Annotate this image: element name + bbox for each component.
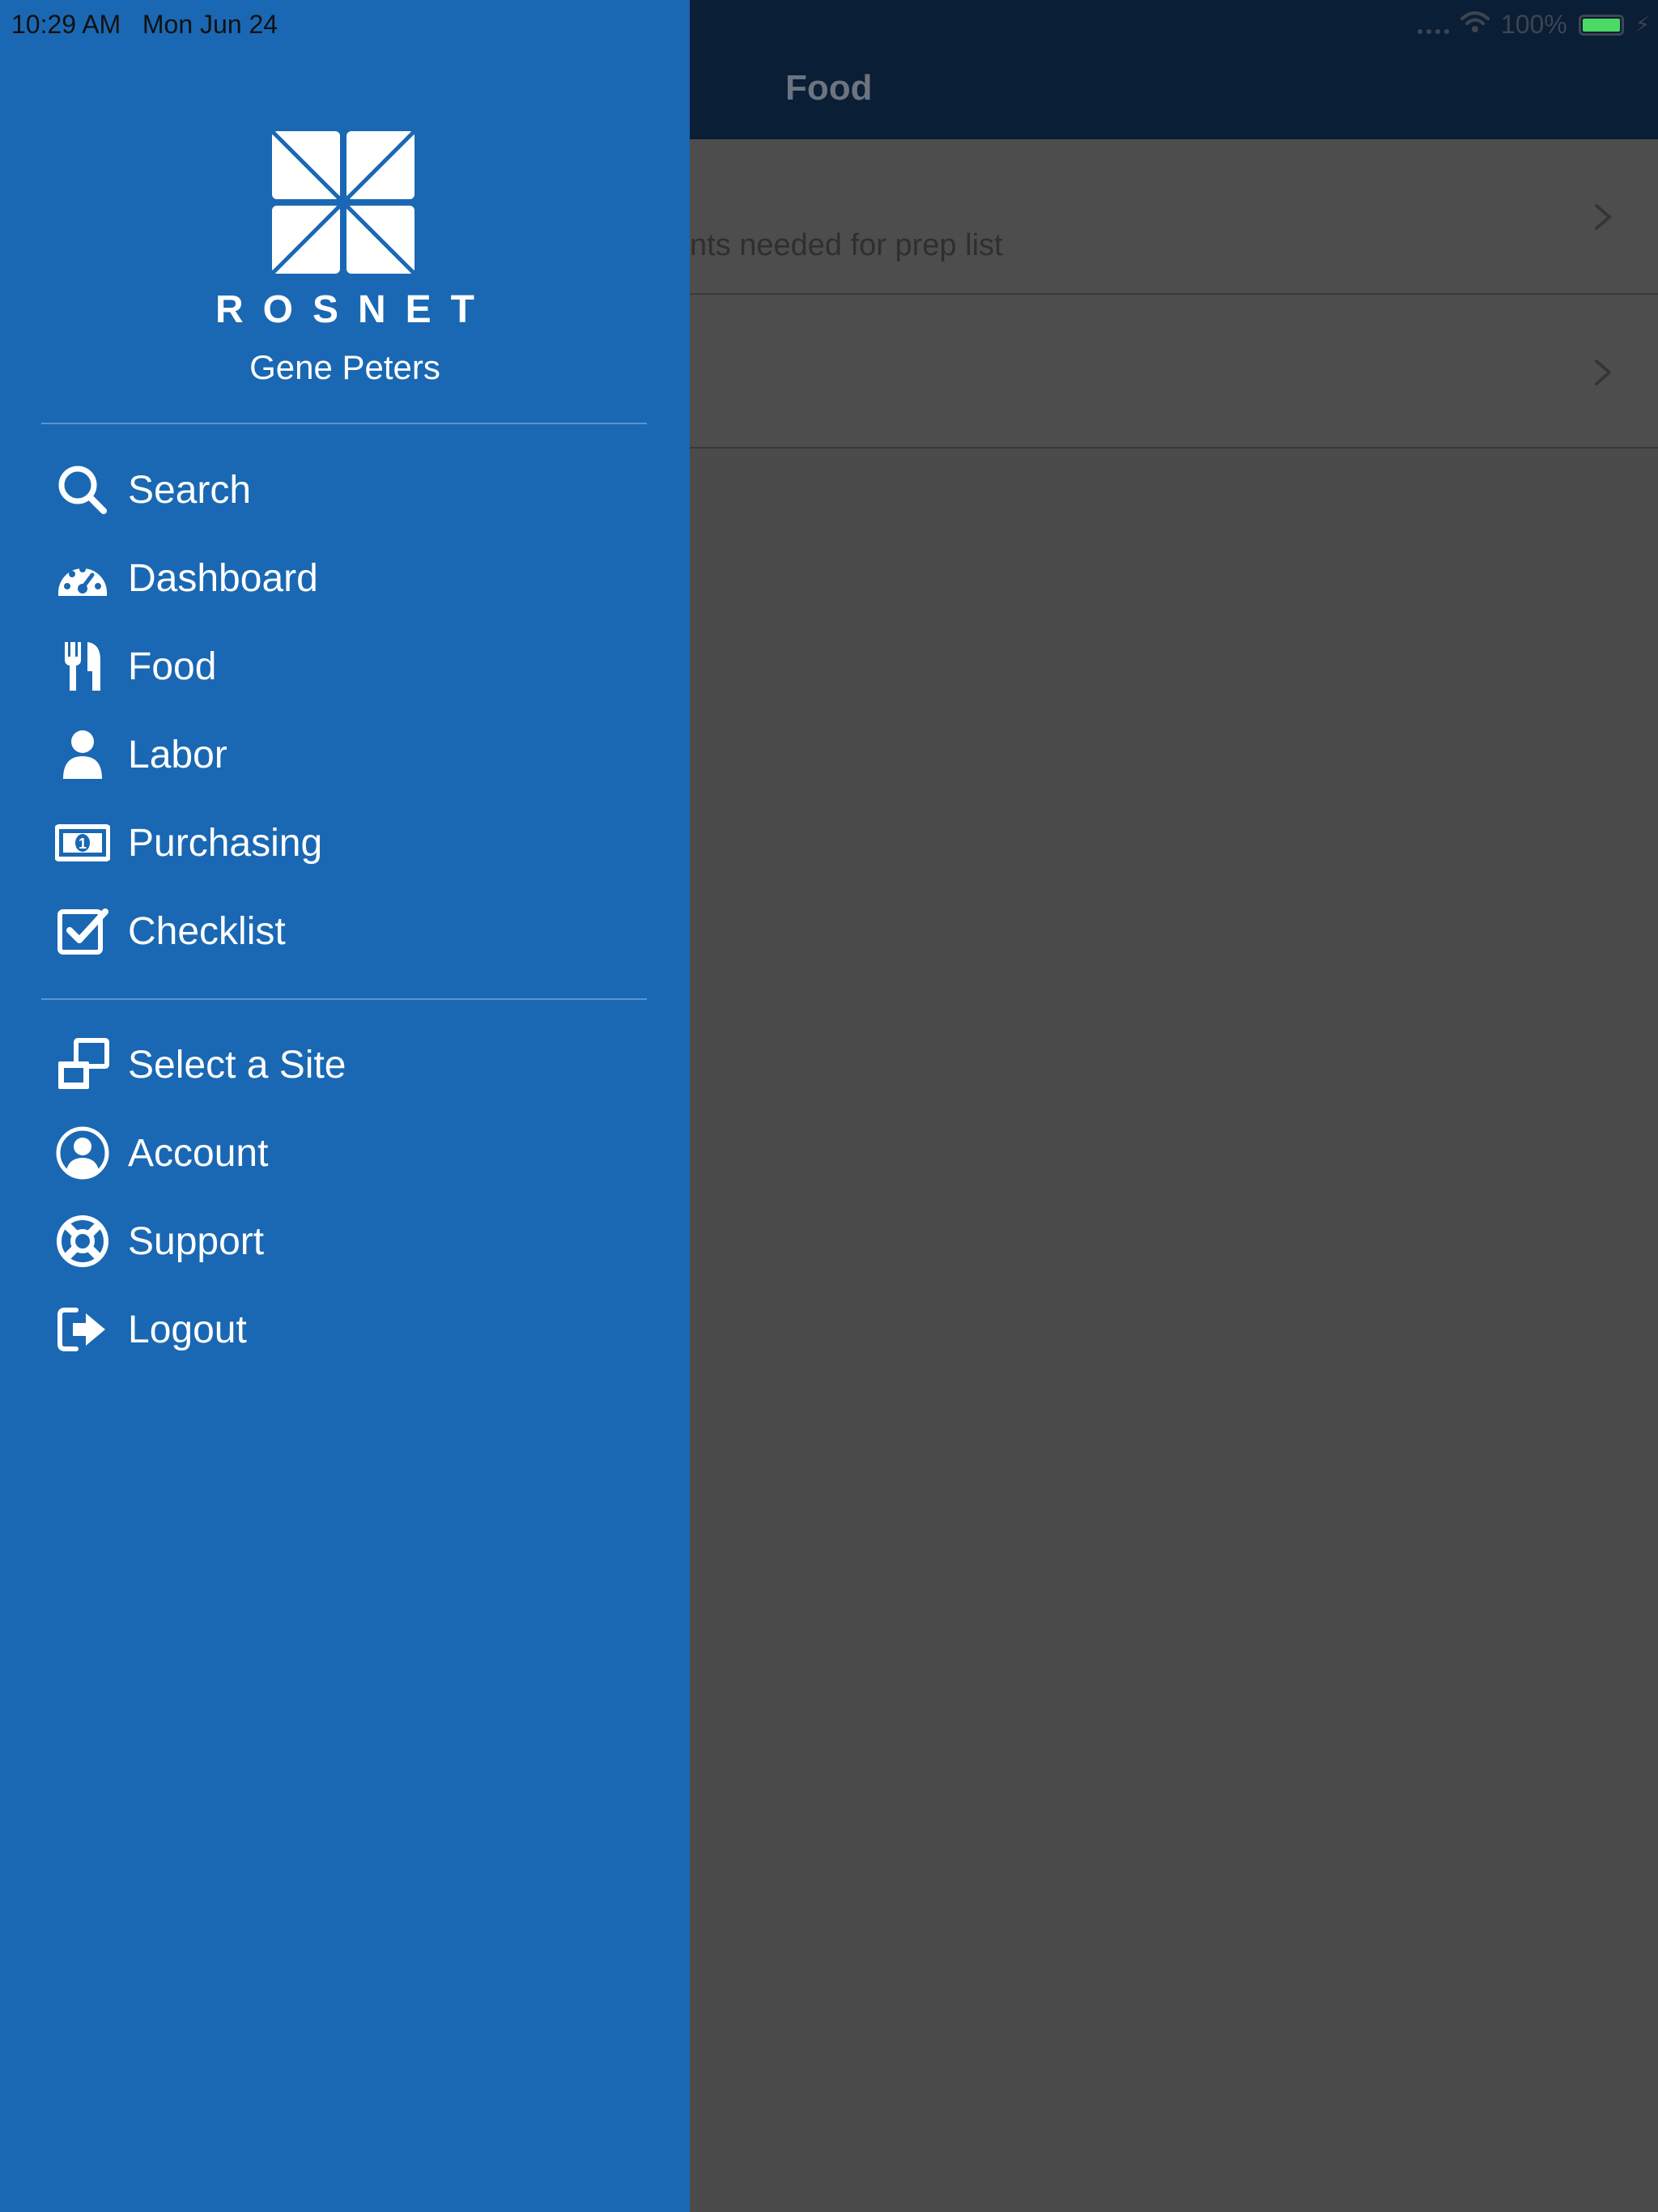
menu-item-label: Checklist bbox=[128, 909, 286, 953]
menu-item-label: Select a Site bbox=[128, 1043, 346, 1087]
menu-item-label: Logout bbox=[128, 1308, 247, 1351]
checklist-icon bbox=[52, 900, 113, 962]
menu-item-account[interactable]: Account bbox=[0, 1117, 690, 1189]
menu-item-food[interactable]: Food bbox=[0, 630, 690, 703]
status-bar: 10:29 AM Mon Jun 24 100% ⚡ bbox=[0, 0, 1658, 49]
menu-item-label: Labor bbox=[128, 733, 227, 776]
select-site-icon bbox=[52, 1034, 113, 1095]
menu-item-search[interactable]: Search bbox=[0, 453, 690, 526]
search-icon bbox=[52, 459, 113, 521]
rosnet-logo-icon bbox=[270, 130, 416, 275]
battery-icon bbox=[1578, 14, 1624, 36]
wifi-icon bbox=[1460, 10, 1490, 40]
divider bbox=[41, 423, 647, 424]
background-list-row[interactable]: nts needed for prep list bbox=[690, 139, 1658, 295]
charging-bolt-icon: ⚡ bbox=[1635, 12, 1650, 36]
support-icon bbox=[52, 1210, 113, 1272]
side-drawer: ROSNET Gene Peters Search Dashboard Food… bbox=[0, 0, 690, 2212]
menu-item-support[interactable]: Support bbox=[0, 1205, 690, 1278]
menu-item-purchasing[interactable]: 1 Purchasing bbox=[0, 806, 690, 879]
divider bbox=[41, 998, 647, 1000]
menu-item-label: Dashboard bbox=[128, 556, 318, 600]
menu-item-label: Support bbox=[128, 1219, 265, 1263]
svg-text:1: 1 bbox=[79, 836, 87, 852]
status-time: 10:29 AM bbox=[11, 10, 121, 39]
menu-item-label: Account bbox=[128, 1131, 269, 1175]
fork-knife-icon bbox=[52, 636, 113, 697]
status-right: 100% ⚡ bbox=[1417, 10, 1650, 40]
money-icon: 1 bbox=[52, 812, 113, 874]
status-date: Mon Jun 24 bbox=[142, 10, 278, 39]
menu-item-logout[interactable]: Logout bbox=[0, 1293, 690, 1366]
status-time-date: 10:29 AM Mon Jun 24 bbox=[11, 10, 278, 40]
battery-percent: 100% bbox=[1500, 10, 1567, 39]
menu-item-labor[interactable]: Labor bbox=[0, 718, 690, 791]
dashboard-icon bbox=[52, 547, 113, 609]
menu-item-label: Search bbox=[128, 468, 252, 512]
chevron-right-icon bbox=[1587, 201, 1619, 233]
menu-item-label: Purchasing bbox=[128, 821, 323, 865]
menu-item-select-site[interactable]: Select a Site bbox=[0, 1028, 690, 1101]
brand-name: ROSNET bbox=[215, 288, 494, 331]
chevron-right-icon bbox=[1587, 356, 1619, 389]
background-row-text: nts needed for prep list bbox=[690, 228, 1003, 262]
menu-item-checklist[interactable]: Checklist bbox=[0, 895, 690, 968]
signal-icon bbox=[1417, 16, 1449, 34]
background-list-row[interactable] bbox=[690, 295, 1658, 449]
menu-item-dashboard[interactable]: Dashboard bbox=[0, 542, 690, 615]
background-nav-title: Food bbox=[785, 68, 873, 108]
user-name: Gene Peters bbox=[249, 348, 440, 386]
account-icon bbox=[52, 1122, 113, 1184]
logout-icon bbox=[52, 1299, 113, 1360]
menu-item-label: Food bbox=[128, 644, 217, 688]
person-icon bbox=[52, 724, 113, 785]
